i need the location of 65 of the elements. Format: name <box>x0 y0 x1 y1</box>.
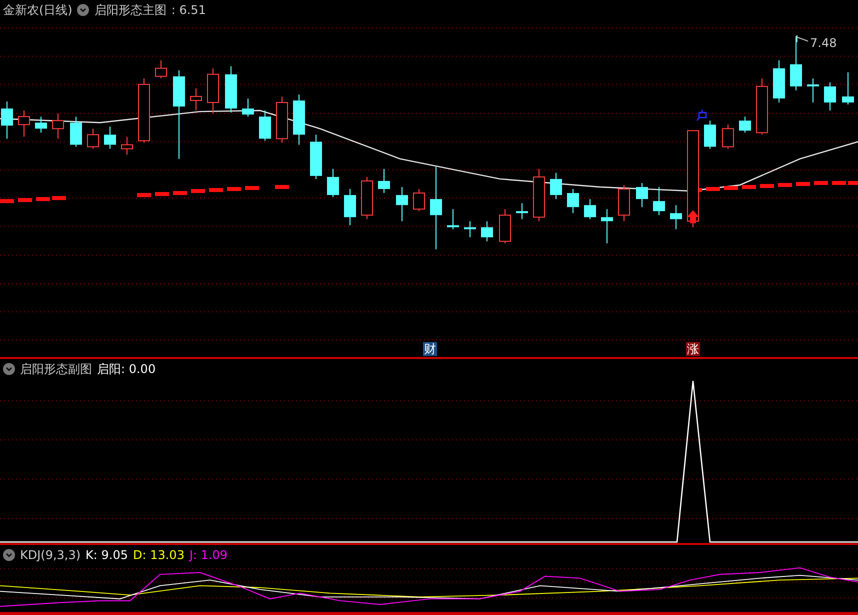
candlestick <box>739 116 751 133</box>
chevron-down-icon[interactable] <box>77 4 90 16</box>
candlestick <box>756 78 768 135</box>
candlestick <box>481 221 493 242</box>
stock-name: 金新农(日线) <box>3 2 72 18</box>
event-marker: 涨 <box>686 342 700 356</box>
candlestick <box>155 60 167 78</box>
candlestick <box>242 98 254 117</box>
candlestick <box>516 203 528 220</box>
leader-line <box>796 34 808 43</box>
candlestick <box>807 78 819 102</box>
indicator-reading: D: 13.03 <box>133 548 184 562</box>
candlestick <box>190 88 202 111</box>
candlestick <box>361 176 373 220</box>
candlestick <box>225 66 237 113</box>
candlestick <box>499 209 511 244</box>
candlestick <box>276 96 288 143</box>
candlestick <box>601 209 613 244</box>
candlestick <box>259 110 271 141</box>
candlestick <box>790 36 802 90</box>
candlestick <box>413 189 425 212</box>
candlestick <box>104 126 116 149</box>
candlestick <box>121 136 133 155</box>
candlestick <box>207 68 219 114</box>
candlestick <box>52 114 64 139</box>
high-price-label: 7.48 <box>810 36 837 50</box>
indicator-name: KDJ(9,3,3) <box>20 548 81 562</box>
candlestick <box>18 110 30 137</box>
candlestick <box>636 182 648 208</box>
indicator-reading: 启阳: 0.00 <box>97 360 156 378</box>
candlestick <box>464 221 476 238</box>
indicator-reading: J: 1.09 <box>189 548 228 562</box>
indicator-reading: K: 9.05 <box>86 548 128 562</box>
chevron-down-icon[interactable] <box>3 549 15 561</box>
candlestick <box>1 101 13 139</box>
candlestick <box>293 94 305 145</box>
indicator-name: 启阳形态主图 <box>94 2 166 18</box>
candlestick <box>447 209 459 230</box>
candlestick <box>138 78 150 143</box>
candlestick <box>670 205 682 230</box>
candlestick <box>773 60 785 102</box>
candlestick <box>533 168 545 222</box>
candlestick <box>584 199 596 220</box>
event-marker: 财 <box>423 342 437 356</box>
candlestick <box>327 168 339 198</box>
candlestick <box>618 184 630 222</box>
candlestick <box>344 189 356 226</box>
candlestick <box>704 120 716 149</box>
candlestick <box>653 187 665 216</box>
flag-marker-icon <box>696 108 707 122</box>
candlestick <box>824 82 836 111</box>
candlestick <box>35 116 47 133</box>
candlestick <box>550 172 562 200</box>
candlestick <box>722 124 734 149</box>
candlestick <box>396 187 408 222</box>
chevron-down-icon[interactable] <box>3 363 15 375</box>
indicator-name: 启阳形态副图 <box>20 360 92 378</box>
candlestick <box>310 134 322 179</box>
indicator-value: : 6.51 <box>171 3 206 17</box>
candlestick <box>567 189 579 214</box>
up-arrow-icon <box>687 210 699 224</box>
candlestick <box>842 72 854 104</box>
candlestick <box>70 116 82 147</box>
candlestick <box>378 168 390 194</box>
candlestick <box>87 128 99 149</box>
